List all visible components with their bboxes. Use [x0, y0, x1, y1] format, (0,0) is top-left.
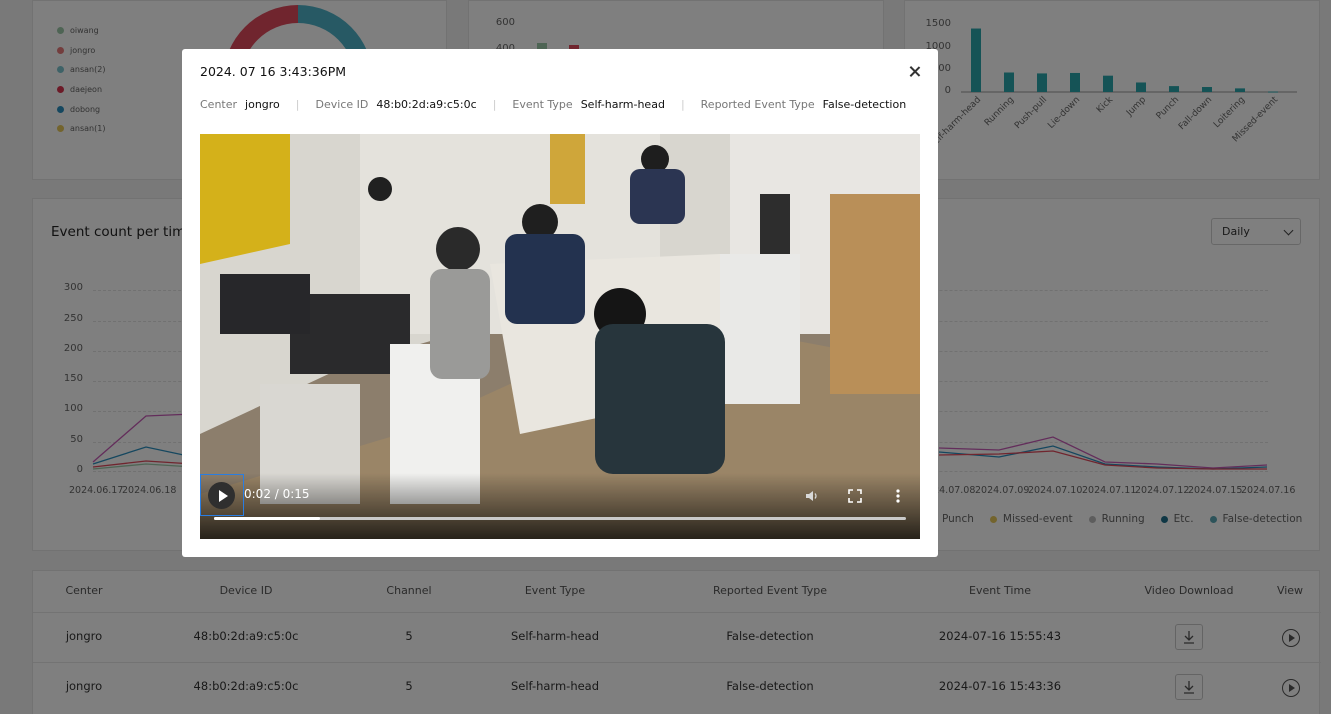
meta-value-device-id: 48:b0:2d:a9:c5:0c	[376, 98, 477, 111]
meta-label-reported-type: Reported Event Type	[700, 98, 815, 111]
meta-separator: |	[492, 98, 497, 111]
meta-value-event-type: Self-harm-head	[580, 98, 665, 111]
meta-value-reported-type: False-detection	[822, 98, 907, 111]
meta-value-center: jongro	[245, 98, 280, 111]
meta-separator: |	[680, 98, 685, 111]
meta-label-device-id: Device ID	[315, 98, 369, 111]
event-meta: Center jongro | Device ID 48:b0:2d:a9:c5…	[200, 98, 906, 111]
meta-label-event-type: Event Type	[512, 98, 573, 111]
video-player[interactable]: 0:02 / 0:15	[200, 134, 920, 539]
video-progress-fill	[214, 517, 320, 520]
meta-separator: |	[295, 98, 300, 111]
fullscreen-icon[interactable]	[847, 488, 863, 504]
event-video-modal: 2024. 07 16 3:43:36PM Center jongro | De…	[182, 49, 938, 557]
modal-title: 2024. 07 16 3:43:36PM	[200, 64, 347, 79]
close-icon[interactable]	[907, 64, 923, 80]
play-button[interactable]	[200, 474, 244, 516]
meta-label-center: Center	[200, 98, 238, 111]
video-progress-bar[interactable]	[214, 517, 906, 520]
video-time: 0:02 / 0:15	[244, 487, 310, 501]
volume-icon[interactable]	[804, 488, 820, 504]
more-options-icon[interactable]	[890, 488, 906, 504]
video-controls	[200, 473, 920, 539]
